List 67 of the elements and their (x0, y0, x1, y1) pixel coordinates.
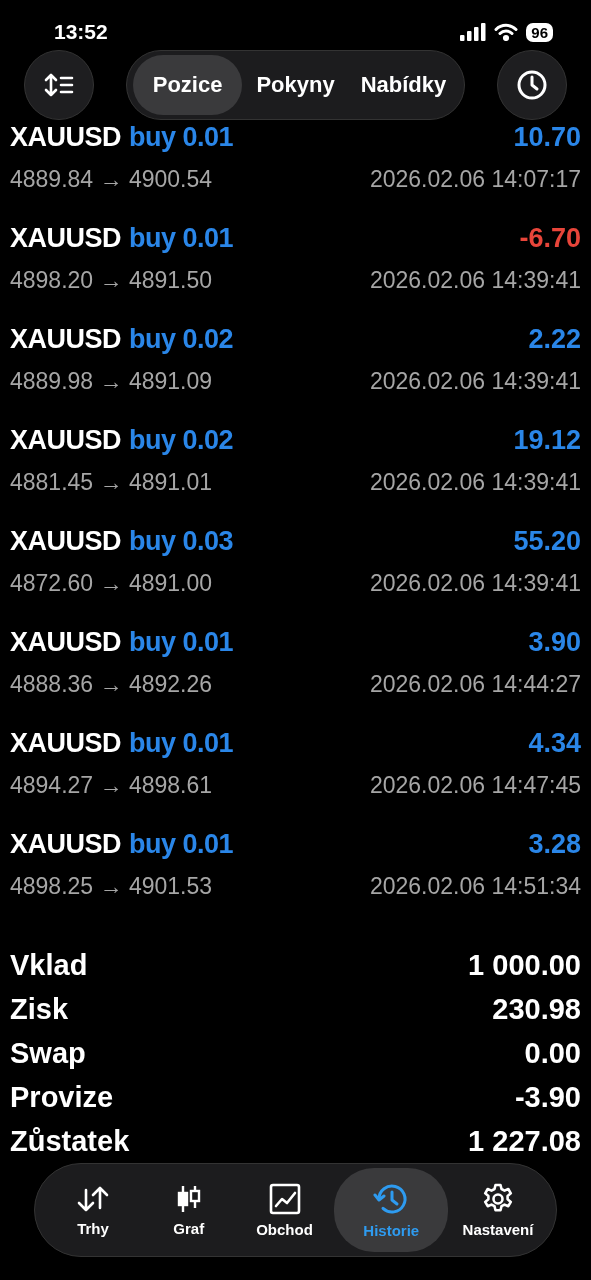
summary-label: Provize (10, 1080, 114, 1114)
summary-value: 0.00 (524, 1036, 581, 1070)
clock-icon (516, 69, 548, 101)
summary-value: -3.90 (514, 1080, 581, 1114)
summary-label: Swap (10, 1036, 86, 1070)
symbol-text: XAUUSD (10, 424, 121, 456)
sort-icon (44, 72, 74, 98)
profit-value: 4.34 (528, 727, 581, 759)
close-time: 2026.02.06 14:44:27 (369, 670, 581, 698)
close-time: 2026.02.06 14:39:41 (369, 569, 581, 597)
trade-volume: buy 0.01 (129, 222, 234, 254)
profit-value: 2.22 (528, 323, 581, 355)
price-range: 4872.60 → 4891.00 (10, 569, 213, 597)
close-time: 2026.02.06 14:07:17 (369, 165, 581, 193)
profit-value: -6.70 (519, 222, 581, 254)
price-range: 4889.84 → 4900.54 (10, 165, 213, 193)
price-range: 4888.36 → 4892.26 (10, 670, 213, 698)
trade-volume: buy 0.02 (129, 323, 234, 355)
profit-value: 10.70 (513, 121, 581, 153)
signal-icon (460, 23, 487, 41)
price-range: 4894.27 → 4898.61 (10, 771, 213, 799)
summary-value: 1 000.00 (468, 948, 581, 982)
symbol-text: XAUUSD (10, 121, 121, 153)
tab[interactable]: Pokyny (244, 55, 347, 115)
close-time: 2026.02.06 14:39:41 (369, 367, 581, 395)
close-time: 2026.02.06 14:47:45 (369, 771, 581, 799)
status-time: 13:52 (54, 20, 108, 44)
tab-bar-item[interactable]: Graf (142, 1173, 235, 1247)
trade-volume: buy 0.03 (129, 525, 234, 557)
close-time: 2026.02.06 14:51:34 (369, 872, 581, 900)
trade-volume: buy 0.01 (129, 727, 234, 759)
wifi-icon (494, 23, 519, 41)
price-range: 4898.25 → 4901.53 (10, 872, 213, 900)
profit-value: 55.20 (513, 525, 581, 557)
symbol-text: XAUUSD (10, 626, 121, 658)
profit-value: 3.28 (528, 828, 581, 860)
close-time: 2026.02.06 14:39:41 (369, 266, 581, 294)
summary-value: 1 227.08 (468, 1124, 581, 1158)
summary-label: Zisk (10, 992, 69, 1026)
symbol-text: XAUUSD (10, 525, 121, 557)
summary-label: Zůstatek (10, 1124, 130, 1158)
line-chart-icon (268, 1182, 301, 1215)
profit-value: 19.12 (513, 424, 581, 456)
price-range: 4881.45 → 4891.01 (10, 468, 213, 496)
tab-bar-item[interactable]: Historie (334, 1168, 449, 1252)
trade-volume: buy 0.01 (129, 626, 234, 658)
settings-icon (482, 1182, 514, 1215)
summary-label: Vklad (10, 948, 88, 982)
symbol-text: XAUUSD (10, 323, 121, 355)
tab[interactable]: Nabídky (348, 55, 459, 115)
tab[interactable]: Pozice (132, 55, 243, 115)
trade-volume: buy 0.01 (129, 121, 234, 153)
battery-indicator: 96 (526, 22, 553, 42)
symbol-text: XAUUSD (10, 828, 121, 860)
symbol-text: XAUUSD (10, 222, 121, 254)
tab-bar-item[interactable]: Nastavení (452, 1172, 544, 1248)
close-time: 2026.02.06 14:39:41 (369, 468, 581, 496)
summary-value: 230.98 (492, 992, 581, 1026)
profit-value: 3.90 (528, 626, 581, 658)
price-range: 4889.98 → 4891.09 (10, 367, 213, 395)
trade-volume: buy 0.02 (129, 424, 234, 456)
tab-bar-item[interactable]: Obchod (238, 1172, 331, 1248)
symbol-text: XAUUSD (10, 727, 121, 759)
tab-bar-item[interactable]: Trhy (47, 1173, 139, 1247)
trade-volume: buy 0.01 (129, 828, 234, 860)
price-range: 4898.20 → 4891.50 (10, 266, 213, 294)
history-icon (373, 1181, 410, 1216)
